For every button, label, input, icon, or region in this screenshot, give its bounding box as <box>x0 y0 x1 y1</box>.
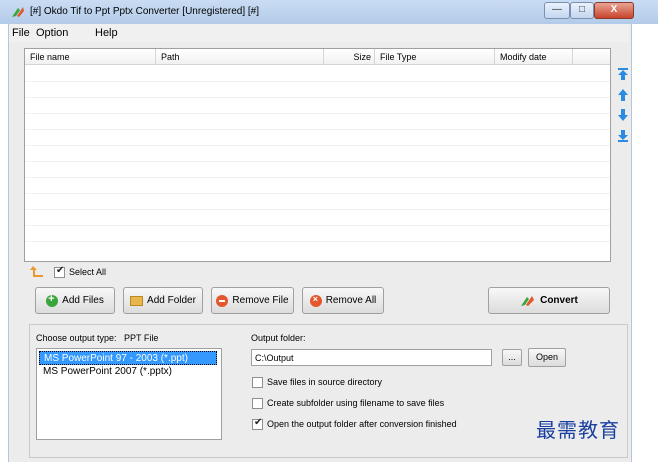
output-type-value: PPT File <box>124 333 159 343</box>
open-output-folder-checkbox[interactable] <box>252 417 263 430</box>
column-header-path[interactable]: Path <box>156 49 324 65</box>
move-top-icon[interactable] <box>616 67 630 81</box>
output-type-option[interactable]: MS PowerPoint 97 - 2003 (*.ppt) <box>39 351 217 365</box>
remove-icon <box>216 294 229 307</box>
column-header-size[interactable]: Size <box>324 49 375 65</box>
create-subfolder-label: Create subfolder using filename to save … <box>267 398 445 408</box>
open-output-folder-label: Open the output folder after conversion … <box>267 419 457 429</box>
add-icon: + <box>46 293 59 307</box>
close-button[interactable]: X <box>594 2 634 19</box>
convert-label: Convert <box>540 295 578 306</box>
add-files-label: Add Files <box>62 295 104 306</box>
column-header-file-name[interactable]: File name <box>25 49 156 65</box>
move-down-icon[interactable] <box>616 108 630 122</box>
folder-icon <box>130 295 144 306</box>
convert-icon <box>521 295 535 306</box>
add-folder-button[interactable]: Add Folder <box>123 287 203 314</box>
watermark: 最需教育 <box>536 418 620 442</box>
move-bottom-icon[interactable] <box>616 129 630 143</box>
app-logo-icon <box>12 7 24 17</box>
save-in-source-label: Save files in source directory <box>267 377 383 387</box>
file-list[interactable]: File name Path Size File Type Modify dat… <box>24 48 611 262</box>
create-subfolder-checkbox[interactable] <box>252 398 263 409</box>
select-all-label: Select All <box>69 267 107 277</box>
remove-all-button[interactable]: × Remove All <box>302 287 384 314</box>
remove-all-label: Remove All <box>325 295 377 306</box>
column-header-blank <box>573 49 610 65</box>
convert-button[interactable]: Convert <box>488 287 610 314</box>
minimize-button[interactable]: — <box>544 2 570 19</box>
column-header-modify-date[interactable]: Modify date <box>495 49 573 65</box>
menu-file[interactable]: File <box>12 27 30 39</box>
window-title: [#] Okdo Tif to Ppt Pptx Converter [Unre… <box>30 6 259 17</box>
move-up-icon[interactable] <box>616 88 630 102</box>
output-folder-label: Output folder: <box>251 333 306 343</box>
remove-all-icon: × <box>309 294 322 307</box>
up-level-icon[interactable] <box>30 265 44 277</box>
output-folder-input[interactable]: C:\Output <box>251 349 492 366</box>
output-type-list[interactable]: MS PowerPoint 97 - 2003 (*.ppt) MS Power… <box>36 348 222 440</box>
browse-button[interactable]: ... <box>502 349 522 366</box>
output-type-label: Choose output type: <box>36 333 117 343</box>
output-type-option[interactable]: MS PowerPoint 2007 (*.pptx) <box>39 365 217 379</box>
maximize-button[interactable]: □ <box>570 2 594 19</box>
remove-file-button[interactable]: Remove File <box>211 287 294 314</box>
add-folder-label: Add Folder <box>147 295 196 306</box>
remove-file-label: Remove File <box>232 295 289 306</box>
column-header-file-type[interactable]: File Type <box>375 49 495 65</box>
select-all-checkbox[interactable] <box>54 265 65 278</box>
save-in-source-checkbox[interactable] <box>252 377 263 388</box>
open-button[interactable]: Open <box>528 348 566 367</box>
menu-help[interactable]: Help <box>95 27 118 39</box>
add-files-button[interactable]: + Add Files <box>35 287 115 314</box>
menu-option[interactable]: Option <box>36 27 68 39</box>
